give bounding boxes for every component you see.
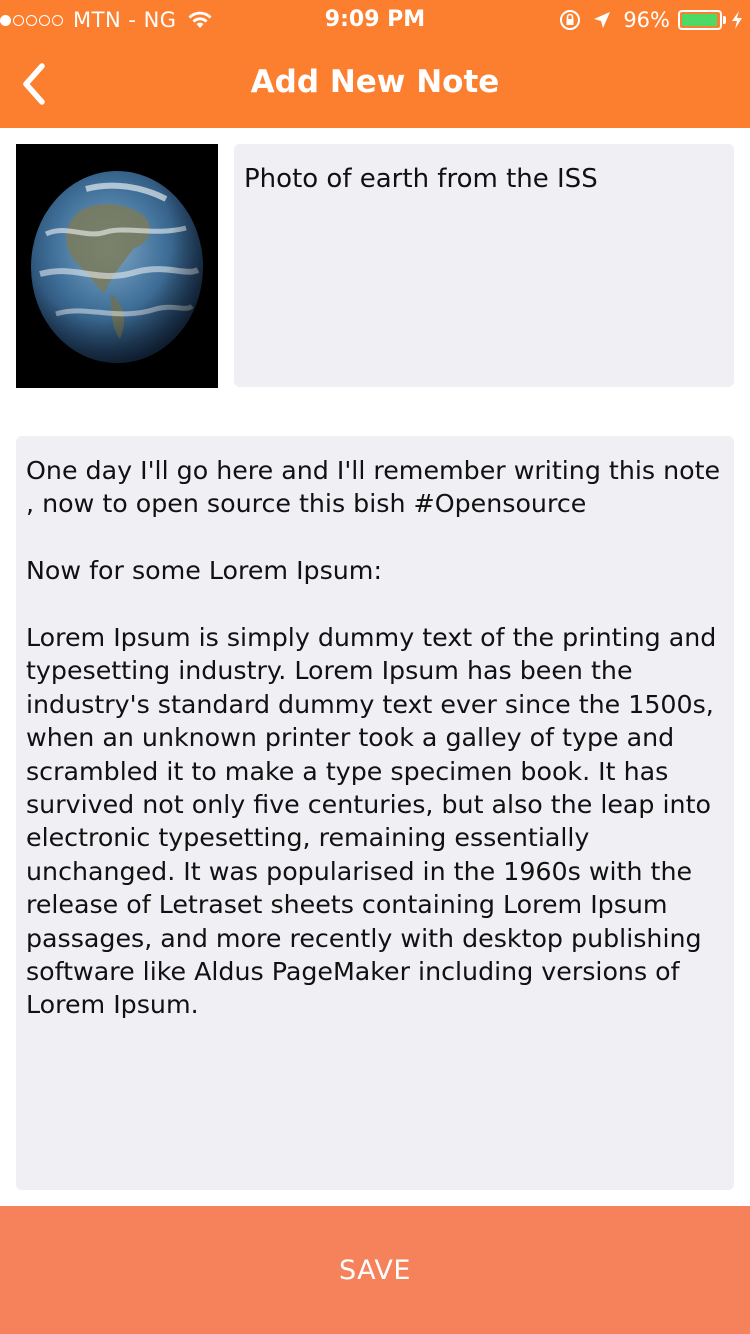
page-title: Add New Note (250, 64, 500, 100)
status-bar: MTN - NG 9:09 PM 96% (0, 0, 750, 40)
navigation-bar: Add New Note (0, 40, 750, 128)
body-paragraph: Lorem Ipsum is simply dummy text of the … (26, 623, 717, 1020)
note-body-field[interactable]: One day I'll go here and I'll remember w… (16, 436, 734, 1190)
caption-text: Photo of earth from the ISS (244, 164, 598, 194)
battery-percent: 96% (623, 8, 670, 32)
app-header: MTN - NG 9:09 PM 96% Add New Note (0, 0, 750, 128)
location-arrow-icon (594, 12, 611, 28)
battery-icon (678, 10, 726, 30)
charging-bolt-icon (732, 11, 742, 29)
earth-photo-image (16, 144, 218, 388)
save-button-label: SAVE (339, 1254, 411, 1286)
battery-level (682, 14, 717, 26)
status-right: 96% (559, 8, 744, 32)
save-button[interactable]: SAVE (0, 1206, 750, 1334)
caption-field[interactable]: Photo of earth from the ISS (234, 144, 734, 387)
rotation-lock-icon (560, 10, 581, 30)
note-photo[interactable] (16, 144, 218, 388)
body-paragraph: Now for some Lorem Ipsum: (26, 556, 382, 586)
body-paragraph: One day I'll go here and I'll remember w… (26, 456, 721, 519)
battery-cap (723, 16, 726, 24)
battery-body (678, 10, 722, 30)
